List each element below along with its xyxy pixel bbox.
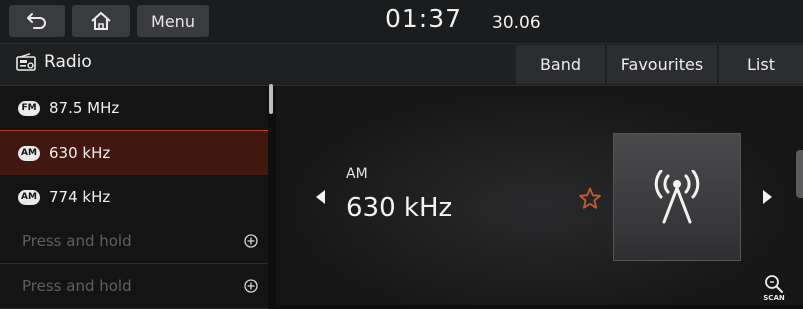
broadcast-tower-icon	[654, 170, 700, 224]
band-badge: FM	[18, 100, 40, 116]
press-and-hold-label: Press and hold	[22, 232, 132, 250]
clock-time: 01:37	[385, 4, 463, 33]
list-button[interactable]: List	[719, 45, 803, 84]
station-frequency: 87.5 MHz	[49, 99, 120, 117]
station-artwork	[613, 133, 741, 261]
top-bar: Menu 01:37 30.06	[0, 0, 803, 43]
home-icon	[91, 12, 111, 30]
side-panel-handle[interactable]	[796, 150, 803, 198]
page-title-label: Radio	[44, 52, 92, 72]
station-item-am-630[interactable]: AM 630 kHz	[0, 130, 268, 176]
current-frequency: 630 kHz	[346, 193, 453, 223]
home-button[interactable]	[72, 5, 130, 37]
scan-button[interactable]: SCAN	[760, 274, 788, 304]
star-outline-icon[interactable]	[578, 187, 602, 210]
current-band: AM	[346, 166, 368, 182]
station-frequency: 774 kHz	[49, 188, 111, 206]
add-preset-icon[interactable]	[244, 234, 258, 248]
station-item-fm-87-5[interactable]: FM 87.5 MHz	[0, 86, 268, 131]
station-item-am-774[interactable]: AM 774 kHz	[0, 175, 268, 220]
station-frequency: 630 kHz	[49, 144, 111, 162]
add-preset-icon[interactable]	[244, 279, 258, 293]
radio-icon	[16, 53, 36, 71]
date-display: 30.06	[492, 13, 541, 33]
radio-header: Radio Band Favourites List	[0, 43, 803, 86]
page-title: Radio	[16, 52, 92, 72]
band-badge: AM	[18, 145, 40, 161]
scan-magnifier-icon	[765, 275, 783, 293]
press-and-hold-label: Press and hold	[22, 277, 132, 295]
station-list: FM 87.5 MHz AM 630 kHz AM 774 kHz Press …	[0, 86, 276, 309]
menu-button[interactable]: Menu	[137, 5, 209, 37]
band-badge: AM	[18, 189, 40, 205]
band-button[interactable]: Band	[516, 45, 605, 84]
empty-preset-slot[interactable]: Press and hold	[0, 264, 268, 309]
back-button[interactable]	[9, 5, 65, 37]
back-arrow-icon	[27, 13, 46, 29]
favourites-button[interactable]: Favourites	[607, 45, 717, 84]
triangle-left-icon[interactable]	[314, 189, 326, 205]
triangle-right-icon[interactable]	[762, 189, 774, 205]
empty-preset-slot[interactable]: Press and hold	[0, 219, 268, 264]
scan-label: SCAN	[763, 294, 785, 302]
list-scrollbar[interactable]	[269, 84, 273, 114]
